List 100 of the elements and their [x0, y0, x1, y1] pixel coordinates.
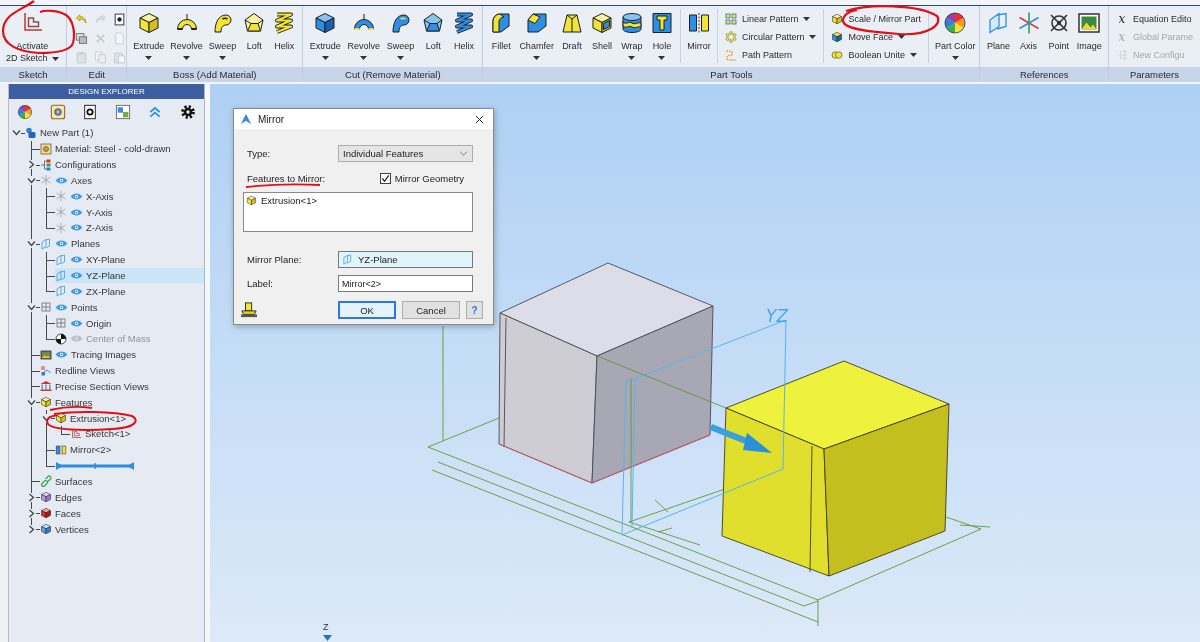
chevron-icon[interactable] [27, 175, 36, 185]
label-field[interactable]: Mirror<2> [338, 275, 473, 292]
ribbon-button[interactable]: Chamfer [516, 6, 557, 60]
chevron-icon[interactable] [27, 524, 36, 534]
undo-icon[interactable] [75, 13, 89, 26]
component-icon[interactable] [49, 103, 66, 120]
ribbon-button[interactable]: Wrap [616, 6, 647, 60]
ribbon-button[interactable]: Move Face [829, 28, 923, 46]
type-dropdown[interactable]: Individual Features [338, 145, 473, 162]
chevron-icon[interactable] [12, 128, 21, 138]
group-label: Cut (Remove Material) [303, 67, 483, 82]
tree-item[interactable]: Faces [40, 505, 85, 522]
list-item[interactable]: Extrusion<1> [246, 195, 320, 206]
ribbon-button[interactable]: Mirror [683, 6, 714, 52]
ribbon-button[interactable]: Hole [646, 6, 677, 60]
eye-icon[interactable] [55, 350, 68, 360]
eye-icon[interactable] [70, 318, 83, 328]
eye-icon[interactable] [55, 175, 68, 185]
ribbon-button[interactable]: Circular Pattern [722, 28, 819, 46]
dot-ring-icon [724, 31, 737, 43]
ribbon-button[interactable]: Shell [586, 6, 617, 60]
tree-item[interactable]: Material: Steel - cold-drawn [40, 140, 175, 157]
ribbon-button[interactable]: Helix [448, 6, 479, 60]
chevron-icon[interactable] [27, 397, 36, 407]
dialog-button[interactable]: Cancel [402, 301, 460, 319]
ribbon-button[interactable]: Boolean Unite [829, 46, 923, 64]
ribbon-button[interactable]: Revolve [344, 6, 384, 60]
chevron-icon[interactable] [42, 413, 51, 423]
chevron-icon[interactable] [27, 492, 36, 502]
dialog-button[interactable]: OK [338, 301, 396, 319]
tree-item[interactable]: Origin [55, 315, 116, 331]
ribbon-button[interactable]: Fillet [486, 6, 517, 60]
ribbon-button[interactable]: Draft [556, 6, 587, 60]
tree-item[interactable]: YZ-Plane [55, 267, 204, 284]
pentagon-solid-icon [421, 11, 446, 35]
ribbon-button[interactable]: Sweep [205, 6, 240, 60]
ribbon-button[interactable]: Part Color [931, 6, 979, 60]
eye-icon[interactable] [55, 302, 68, 312]
tree-item[interactable]: X-Axis [55, 188, 118, 205]
eye-icon[interactable] [70, 207, 83, 217]
eye-icon[interactable] [70, 255, 83, 265]
tree-item[interactable]: Precise Section Views [40, 378, 153, 395]
tree-item[interactable]: Points [40, 299, 102, 316]
ribbon-button[interactable]: Loft [418, 6, 449, 60]
chamfered-block-icon [524, 11, 549, 35]
chevron-icon[interactable] [27, 160, 36, 170]
feature-list[interactable]: Extrusion<1> [243, 192, 473, 232]
eye-icon[interactable] [70, 286, 83, 296]
ribbon-button[interactable]: Plane [983, 6, 1014, 52]
color-wheel-icon[interactable] [17, 103, 34, 120]
chevron-icon[interactable] [27, 239, 36, 249]
tree-item[interactable]: ZX-Plane [55, 283, 130, 300]
eye-icon[interactable] [55, 239, 68, 249]
tree-item[interactable]: Extrusion<1> [55, 410, 130, 427]
mirror-plane-field[interactable]: YZ-Plane [338, 251, 473, 268]
eye-icon[interactable] [70, 191, 83, 201]
tree-item[interactable]: New Part (1) [25, 125, 98, 141]
document-gear-icon[interactable] [82, 103, 99, 120]
tree-item[interactable]: Y-Axis [55, 204, 117, 221]
tree-item[interactable]: Tracing Images [40, 346, 141, 363]
eye-icon[interactable] [70, 223, 83, 233]
ribbon-button[interactable]: Loft [239, 6, 270, 60]
eye-icon[interactable] [70, 334, 83, 344]
rollback-bar[interactable] [55, 460, 135, 471]
ribbon-button[interactable]: Extrude [130, 6, 168, 60]
ribbon-button[interactable]: Activate 2D Sketch [3, 6, 62, 64]
ribbon-button[interactable]: Extrude [306, 6, 344, 60]
image-document-icon[interactable] [114, 103, 131, 120]
eye-icon[interactable] [70, 271, 83, 280]
document-icon[interactable] [113, 13, 127, 26]
tree-item[interactable]: Features [40, 394, 97, 411]
chevron-icon[interactable] [27, 508, 36, 518]
settings-icon[interactable] [179, 103, 196, 120]
close-icon[interactable] [475, 114, 484, 124]
panel-title: DESIGN EXPLORER [9, 84, 204, 99]
picture-icon [40, 348, 52, 361]
tree-item[interactable]: Configurations [40, 156, 121, 173]
tree-item[interactable]: Planes [40, 235, 105, 252]
group-label: Part Tools [483, 67, 980, 82]
ribbon-button[interactable]: Image [1073, 6, 1105, 52]
checkbox[interactable] [379, 172, 391, 184]
windows-icon[interactable] [75, 32, 89, 45]
ribbon-button[interactable]: Point [1043, 6, 1074, 52]
tree-item[interactable]: Z-Axis [55, 220, 117, 236]
ribbon-button[interactable]: Revolve [167, 6, 206, 60]
tree-item[interactable]: Sketch<1> [70, 426, 135, 442]
tree-item[interactable]: Axes [40, 172, 97, 189]
tree-item[interactable]: Redline Views [40, 362, 120, 379]
tree-item[interactable]: Mirror<2> [55, 441, 116, 458]
tree-item[interactable]: XY-Plane [55, 251, 130, 268]
ribbon-button[interactable]: Helix [269, 6, 300, 60]
ribbon-button[interactable]: Scale / Mirror Part [829, 10, 923, 28]
chevron-icon[interactable] [27, 302, 36, 312]
tree-item[interactable]: Edges [40, 489, 86, 506]
ribbon-button[interactable]: Linear Pattern [722, 10, 819, 28]
tree-item[interactable]: Surfaces [40, 473, 97, 490]
ribbon-button[interactable]: Axis [1013, 6, 1044, 52]
tree-item[interactable]: Vertices [40, 521, 93, 537]
ribbon-button[interactable]: Path Pattern [722, 46, 819, 64]
ribbon-button[interactable]: Sweep [383, 6, 418, 60]
